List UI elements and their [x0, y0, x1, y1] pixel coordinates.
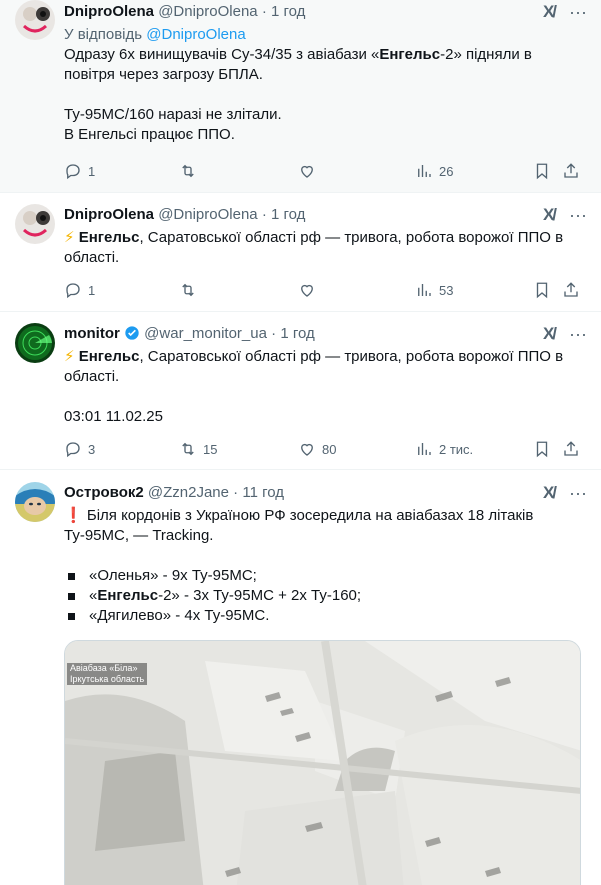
tweet-header: DniproOlena @DniproOlena · 1 год X/ ··· — [64, 2, 587, 22]
replying-to-link[interactable]: @DniproOlena — [146, 26, 245, 43]
tweet-timestamp: 03:01 11.02.25 — [64, 408, 163, 425]
author-handle[interactable]: @DniproOlena — [158, 3, 257, 20]
like-icon — [301, 165, 313, 178]
grok-icon[interactable]: X/ — [543, 483, 557, 503]
views-count: 53 — [439, 282, 454, 298]
grok-icon[interactable]: X/ — [543, 2, 557, 22]
list-item: «Дягилево» - 4х Ту-95МС. — [64, 606, 583, 626]
author-handle[interactable]: @war_monitor_ua — [144, 325, 267, 342]
tweet-text: ⚡ Енгельс, Саратовської області рф — три… — [64, 229, 564, 266]
replying-to: У відповідь @DniproOlena — [64, 26, 246, 43]
list-item: «Енгельс-2» - 3х Ту-95МС + 2х Ту-160; — [64, 586, 583, 606]
like-icon — [301, 284, 313, 297]
tweet-actions: 1 26 — [64, 161, 584, 181]
share-icon — [564, 441, 578, 456]
reply-count: 3 — [88, 441, 96, 457]
reply-icon — [66, 164, 80, 180]
repost-button[interactable] — [179, 280, 203, 300]
views-button[interactable]: 26 — [415, 161, 453, 181]
tweet-3[interactable]: monitor @war_monitor_ua · 1 год X/ ··· ⚡… — [0, 312, 601, 470]
verified-icon — [125, 326, 139, 340]
author-name[interactable]: Островок2 — [64, 484, 144, 501]
tweet-time[interactable]: 1 год — [280, 325, 314, 342]
repost-button[interactable]: 15 — [179, 439, 217, 459]
separator-dot: · — [261, 206, 267, 223]
share-icon — [564, 282, 578, 297]
author-name[interactable]: DniproOlena — [64, 3, 154, 20]
tweet-time[interactable]: 1 год — [271, 3, 305, 20]
tweet-header: Островок2 @Zzn2Jane · 11 год X/ ··· — [64, 483, 587, 503]
like-icon — [301, 443, 313, 456]
views-count: 2 тис. — [439, 441, 474, 457]
repost-icon — [182, 164, 194, 178]
views-icon — [418, 165, 431, 177]
author-handle[interactable]: @DniproOlena — [158, 206, 257, 223]
repost-icon — [182, 283, 194, 297]
repost-button[interactable] — [179, 161, 203, 181]
reply-button[interactable]: 3 — [64, 439, 95, 459]
bookmark-icon — [536, 163, 548, 180]
views-button[interactable]: 53 — [415, 280, 453, 300]
tweet-text: У відповідь @DniproOlena Одразу 6х винищ… — [64, 25, 583, 145]
grok-icon[interactable]: X/ — [543, 205, 557, 225]
tweet-actions: 1 53 — [64, 280, 584, 300]
reply-count: 1 — [88, 282, 96, 298]
tweet-1[interactable]: DniproOlena @DniproOlena · 1 год X/ ··· … — [0, 0, 601, 193]
reply-icon — [66, 442, 80, 458]
like-button[interactable] — [298, 280, 322, 300]
tweet-time[interactable]: 1 год — [271, 206, 305, 223]
repost-icon — [182, 442, 194, 456]
bookmark-button[interactable] — [533, 280, 551, 300]
share-button[interactable] — [562, 280, 580, 300]
more-icon[interactable]: ··· — [569, 3, 587, 21]
avatar[interactable] — [15, 323, 55, 363]
grok-icon[interactable]: X/ — [543, 324, 557, 344]
author-name[interactable]: DniproOlena — [64, 206, 154, 223]
lightning-emoji: ⚡ — [64, 229, 75, 246]
tweet-media-image[interactable]: Авіабаза «Біла» Іркутська область — [64, 640, 581, 885]
views-button[interactable]: 2 тис. — [415, 439, 473, 459]
share-icon — [564, 163, 578, 178]
views-count: 26 — [439, 163, 454, 179]
repost-count: 15 — [203, 441, 218, 457]
like-button[interactable]: 80 — [298, 439, 336, 459]
share-button[interactable] — [562, 161, 580, 181]
like-button[interactable] — [298, 161, 322, 181]
tweet-text: ❗ Біля кордонів з Україною РФ зосередила… — [64, 506, 583, 626]
more-icon[interactable]: ··· — [569, 325, 587, 343]
tweet-text: ⚡ Енгельс, Саратовської області рф — три… — [64, 347, 583, 427]
avatar[interactable] — [15, 0, 55, 40]
tweet-4[interactable]: Островок2 @Zzn2Jane · 11 год X/ ··· ❗ Бі… — [0, 470, 601, 885]
avatar[interactable] — [15, 482, 55, 522]
list-item: «Оленья» - 9х Ту-95МС; — [64, 566, 583, 586]
reply-button[interactable]: 1 — [64, 161, 95, 181]
author-handle[interactable]: @Zzn2Jane — [148, 484, 229, 501]
reply-button[interactable]: 1 — [64, 280, 95, 300]
views-icon — [418, 284, 431, 296]
lightning-emoji: ⚡ — [64, 348, 75, 365]
tweet-header: DniproOlena @DniproOlena · 1 год X/ ··· — [64, 205, 587, 225]
like-count: 80 — [322, 441, 337, 457]
reply-count: 1 — [88, 163, 96, 179]
avatar[interactable] — [15, 204, 55, 244]
tweet-2[interactable]: DniproOlena @DniproOlena · 1 год X/ ··· … — [0, 193, 601, 312]
tweet-time[interactable]: 11 год — [242, 484, 284, 501]
media-caption: Авіабаза «Біла» Іркутська область — [67, 663, 148, 685]
reply-icon — [66, 283, 80, 299]
more-icon[interactable]: ··· — [569, 206, 587, 224]
exclamation-emoji: ❗ — [64, 507, 83, 524]
author-name[interactable]: monitor — [64, 325, 120, 342]
views-icon — [418, 443, 431, 455]
more-icon[interactable]: ··· — [569, 484, 587, 502]
separator-dot: · — [271, 325, 277, 342]
bookmark-icon — [536, 441, 548, 458]
bookmark-icon — [536, 282, 548, 299]
separator-dot: · — [261, 3, 267, 20]
tweet-header: monitor @war_monitor_ua · 1 год X/ ··· — [64, 324, 587, 344]
bookmark-button[interactable] — [533, 439, 551, 459]
tweet-actions: 3 15 80 2 тис. — [64, 439, 584, 459]
share-button[interactable] — [562, 439, 580, 459]
separator-dot: · — [233, 484, 239, 501]
bookmark-button[interactable] — [533, 161, 551, 181]
